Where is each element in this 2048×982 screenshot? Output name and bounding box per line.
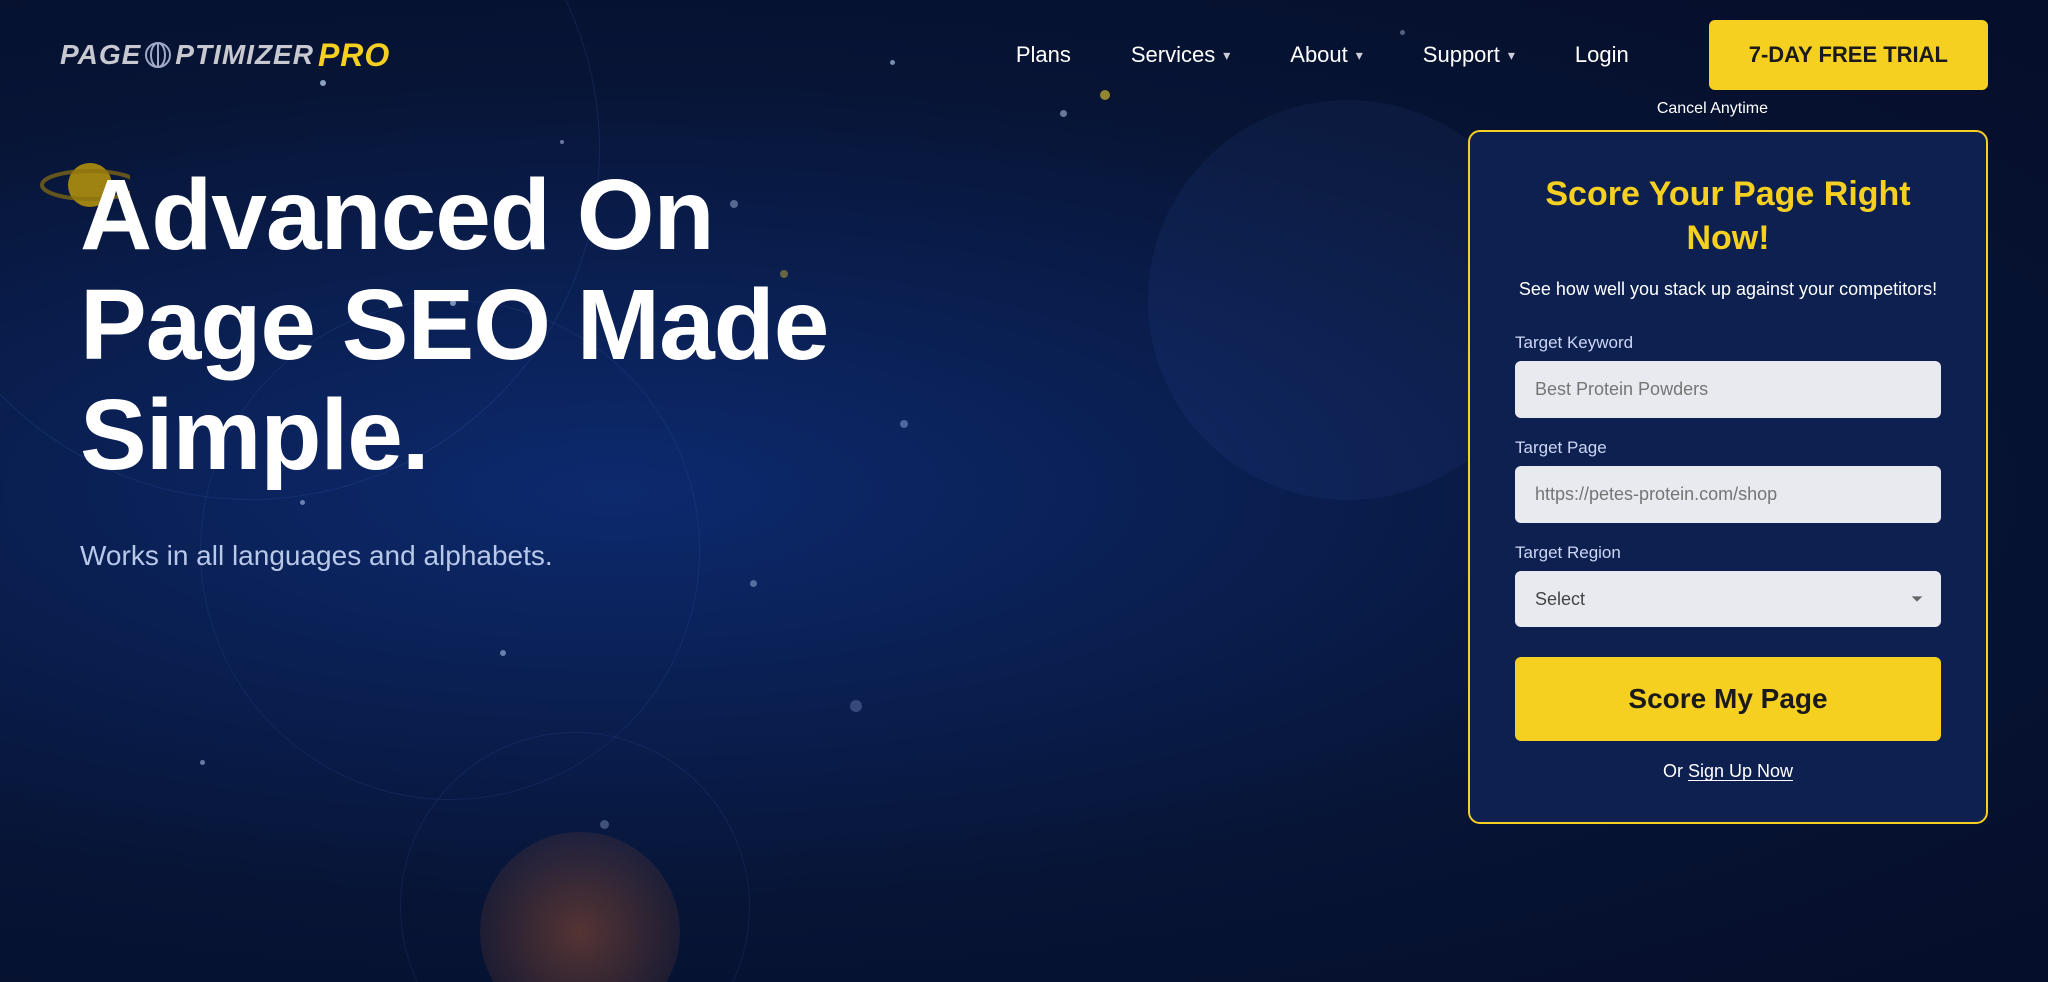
star-14 <box>200 760 205 765</box>
region-label: Target Region <box>1515 543 1941 563</box>
logo-icon <box>141 38 175 72</box>
navigation: Page ptimizer Pro Plans Services ▾ About… <box>0 0 2048 110</box>
score-panel: Score Your Page Right Now! See how well … <box>1468 130 1988 824</box>
trial-button[interactable]: 7-DAY FREE TRIAL <box>1709 20 1988 90</box>
nav-services[interactable]: Services ▾ <box>1131 42 1230 68</box>
sign-up-link[interactable]: Sign Up Now <box>1688 761 1793 781</box>
nav-support[interactable]: Support ▾ <box>1423 42 1515 68</box>
star-12 <box>500 650 506 656</box>
logo[interactable]: Page ptimizer Pro <box>60 37 390 74</box>
page-label: Target Page <box>1515 438 1941 458</box>
keyword-input[interactable] <box>1515 361 1941 418</box>
keyword-label: Target Keyword <box>1515 333 1941 353</box>
star-15 <box>600 820 609 829</box>
score-my-page-button[interactable]: Score My Page <box>1515 657 1941 741</box>
score-panel-title: Score Your Page Right Now! <box>1515 172 1941 260</box>
star-5 <box>1060 110 1067 117</box>
nav-links: Plans Services ▾ About ▾ Support ▾ Login <box>1016 42 1629 68</box>
support-chevron-icon: ▾ <box>1508 47 1515 64</box>
star-11 <box>750 580 757 587</box>
sign-up-line: Or Sign Up Now <box>1515 761 1941 782</box>
score-panel-description: See how well you stack up against your c… <box>1515 276 1941 303</box>
hero-title: Advanced On Page SEO Made Simple. <box>80 160 1448 490</box>
page-group: Target Page <box>1515 438 1941 523</box>
star-13 <box>850 700 862 712</box>
hero-subtitle: Works in all languages and alphabets. <box>80 540 1448 572</box>
about-chevron-icon: ▾ <box>1356 47 1363 64</box>
region-group: Target Region Select United States Unite… <box>1515 543 1941 627</box>
logo-page-text: Page <box>60 39 141 71</box>
cancel-anytime-text: Cancel Anytime <box>1657 100 1768 118</box>
region-select[interactable]: Select United States United Kingdom Cana… <box>1515 571 1941 627</box>
services-chevron-icon: ▾ <box>1223 47 1230 64</box>
nav-login[interactable]: Login <box>1575 42 1629 68</box>
logo-pro-text: Pro <box>318 37 390 74</box>
page-input[interactable] <box>1515 466 1941 523</box>
star-2 <box>560 140 564 144</box>
nav-about[interactable]: About ▾ <box>1290 42 1363 68</box>
nav-plans[interactable]: Plans <box>1016 42 1071 68</box>
logo-optimizer-text: ptimizer <box>175 39 314 71</box>
hero-section: Advanced On Page SEO Made Simple. Works … <box>80 160 1448 572</box>
keyword-group: Target Keyword <box>1515 333 1941 418</box>
